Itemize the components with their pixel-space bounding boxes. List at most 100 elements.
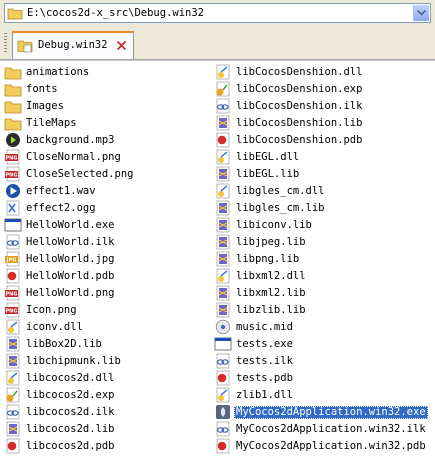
- file-name: Icon.png: [26, 304, 77, 316]
- pdb-icon: [6, 438, 20, 454]
- lib-icon: [216, 200, 230, 216]
- file-name: libEGL.lib: [236, 168, 300, 180]
- chevron-down-icon: [417, 10, 426, 16]
- file-name: MyCocos2dApplication.win32.ilk: [236, 423, 426, 435]
- ilk-icon: [216, 98, 230, 114]
- app-exe-icon: [216, 405, 230, 419]
- lib-icon: [6, 353, 20, 369]
- ilk-icon: [216, 421, 230, 437]
- svg-text:JPG: JPG: [6, 258, 17, 264]
- png-icon: PNG: [5, 302, 20, 318]
- address-path[interactable]: E:\cocos2d-x_src\Debug.win32: [27, 6, 204, 20]
- exe-icon: [4, 218, 22, 232]
- lib-icon: [216, 166, 230, 182]
- ilk-icon: [6, 234, 20, 250]
- file-name: libcocos2d.lib: [26, 423, 115, 435]
- svg-text:PNG: PNG: [6, 173, 18, 179]
- media-icon: [6, 184, 20, 198]
- file-name: libCocosDenshion.dll: [236, 66, 363, 78]
- pdb-icon: [6, 268, 20, 284]
- file-name: libiconv.lib: [236, 219, 312, 231]
- file-list-panel[interactable]: animations fonts Images TileMaps background.…: [0, 60, 435, 460]
- dll-icon: [6, 370, 20, 386]
- ilk-icon: [6, 404, 20, 420]
- file-name: effect2.ogg: [26, 202, 96, 214]
- file-name: libxml2.dll: [236, 270, 306, 282]
- lib-icon: [6, 421, 20, 437]
- close-icon[interactable]: [116, 40, 127, 51]
- lib-icon: [6, 336, 20, 352]
- png-icon: PNG: [5, 166, 20, 182]
- file-name: libCocosDenshion.exp: [236, 83, 363, 95]
- pdb-icon: [216, 370, 230, 386]
- address-dropdown-button[interactable]: [413, 5, 429, 21]
- exp-icon: [216, 81, 230, 97]
- file-name: libgles_cm.dll: [236, 185, 325, 197]
- address-bar[interactable]: E:\cocos2d-x_src\Debug.win32: [4, 3, 431, 23]
- file-name: TileMaps: [26, 117, 77, 129]
- lib-icon: [216, 217, 230, 233]
- tab-strip: Debug.win32: [0, 27, 435, 60]
- file-name: libchipmunk.lib: [26, 355, 121, 367]
- file-name: background.mp3: [26, 134, 115, 146]
- dll-icon: [216, 149, 230, 165]
- file-name: libCocosDenshion.lib: [236, 117, 363, 129]
- png-icon: PNG: [5, 149, 20, 165]
- file-name: HelloWorld.png: [26, 287, 115, 299]
- file-name: tests.pdb: [236, 372, 293, 384]
- audio-icon: [6, 133, 20, 147]
- toolbar-grip[interactable]: [4, 33, 7, 53]
- file-name: MyCocos2dApplication.win32.exe: [234, 406, 428, 419]
- lib-icon: [216, 251, 230, 267]
- file-name: HelloWorld.ilk: [26, 236, 115, 248]
- lib-icon: [216, 234, 230, 250]
- file-name: libcocos2d.exp: [26, 389, 115, 401]
- jpg-icon: JPG: [5, 251, 20, 267]
- dll-icon: [216, 387, 230, 403]
- file-name: zlib1.dll: [236, 389, 293, 401]
- file-name: libCocosDenshion.pdb: [236, 134, 363, 146]
- pdb-icon: [216, 438, 230, 454]
- file-name: iconv.dll: [26, 321, 83, 333]
- file-name: music.mid: [236, 321, 293, 333]
- folder-icon: [17, 40, 33, 53]
- png-icon: PNG: [5, 285, 20, 301]
- file-name: libCocosDenshion.ilk: [236, 100, 363, 112]
- file-name: CloseNormal.png: [26, 151, 121, 163]
- dll-icon: [216, 183, 230, 199]
- lib-icon: [216, 285, 230, 301]
- tab-debug-win32[interactable]: Debug.win32: [12, 31, 134, 59]
- file-name: libxml2.lib: [236, 287, 306, 299]
- file-name: MyCocos2dApplication.win32.pdb: [236, 440, 426, 452]
- lib-icon: [216, 115, 230, 131]
- folder-icon: [4, 67, 22, 80]
- file-name: Images: [26, 100, 64, 112]
- file-name: libEGL.dll: [236, 151, 300, 163]
- svg-text:PNG: PNG: [6, 156, 18, 162]
- dll-icon: [216, 64, 230, 80]
- lib-icon: [216, 302, 230, 318]
- svg-text:PNG: PNG: [6, 292, 18, 298]
- svg-text:PNG: PNG: [6, 309, 18, 315]
- file-name: libBox2D.lib: [26, 338, 102, 350]
- file-name: libcocos2d.pdb: [26, 440, 115, 452]
- file-name: libcocos2d.ilk: [26, 406, 115, 418]
- file-name: tests.exe: [236, 338, 293, 350]
- file-name: libpng.lib: [236, 253, 300, 265]
- file-name: CloseSelected.png: [26, 168, 134, 180]
- file-name: effect1.wav: [26, 185, 96, 197]
- file-name: animations: [26, 66, 90, 78]
- exp-icon: [6, 387, 20, 403]
- file-name: libcocos2d.dll: [26, 372, 115, 384]
- folder-icon: [7, 8, 23, 20]
- file-name: HelloWorld.pdb: [26, 270, 115, 282]
- file-name: libjpeg.lib: [236, 236, 306, 248]
- file-name: fonts: [26, 83, 58, 95]
- exe-icon: [214, 337, 232, 351]
- file-name: HelloWorld.jpg: [26, 253, 115, 265]
- pdb-icon: [216, 132, 230, 148]
- dll-icon: [216, 268, 230, 284]
- file-name: libgles_cm.lib: [236, 202, 325, 214]
- tab-label: Debug.win32: [38, 39, 108, 51]
- file-name: tests.ilk: [236, 355, 293, 367]
